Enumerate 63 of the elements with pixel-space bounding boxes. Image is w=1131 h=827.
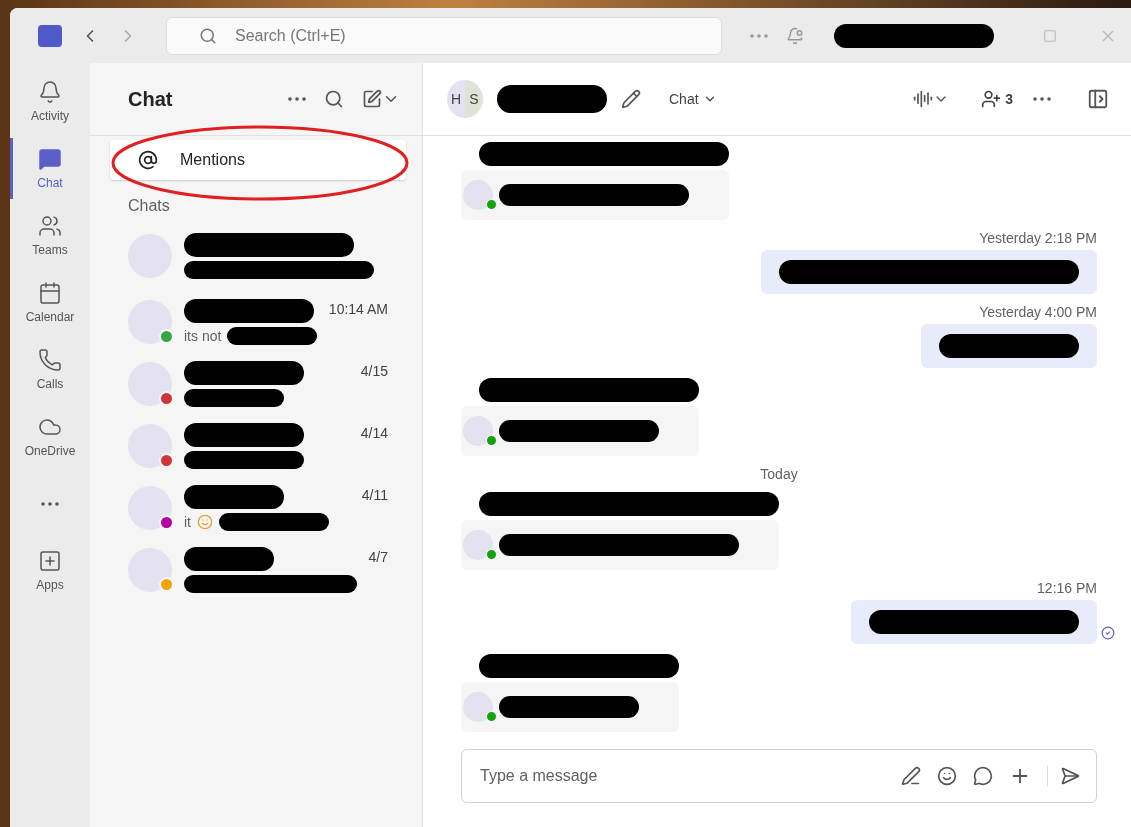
search-icon: [324, 89, 344, 109]
more-button[interactable]: [288, 97, 306, 101]
calendar-icon: [38, 281, 62, 305]
mentions-item[interactable]: Mentions: [110, 140, 406, 180]
more-icon: [288, 97, 306, 101]
panel-title: Chat: [128, 87, 174, 111]
chat-icon: [38, 147, 62, 171]
add-icon: [38, 549, 62, 573]
at-icon: [138, 150, 158, 170]
search-field[interactable]: Search (Ctrl+E): [166, 16, 722, 55]
phone-icon: [38, 348, 62, 372]
chat-item[interactable]: it 4/11: [90, 477, 422, 539]
bell-icon: [786, 26, 804, 45]
bell-icon: [38, 80, 62, 104]
app-logo: [38, 24, 62, 47]
message-preview: its not: [184, 328, 222, 344]
rename-button[interactable]: [621, 89, 641, 109]
rail-button[interactable]: OneDrive: [10, 406, 90, 467]
chat-time: 4/14: [360, 425, 388, 441]
smiley-icon: [937, 766, 957, 786]
chat-item[interactable]: 4/7: [90, 539, 422, 601]
speech-bubble-icon: [973, 766, 993, 786]
pen-icon: [901, 766, 921, 786]
more-icon: [41, 501, 59, 506]
add-person-icon: [981, 89, 1002, 109]
rail-button[interactable]: Activity: [10, 71, 90, 132]
rail-button[interactable]: Apps: [10, 540, 90, 601]
message-preview: it: [184, 514, 191, 530]
rail-button[interactable]: Chat: [10, 138, 90, 199]
emoji-button[interactable]: [937, 766, 957, 786]
chat-time: 10:14 AM: [328, 301, 388, 317]
section-label: Chats: [127, 196, 171, 216]
chat-item[interactable]: 4/14: [90, 415, 422, 477]
search-button[interactable]: [324, 89, 344, 109]
compose-icon: [362, 89, 382, 109]
chat-item[interactable]: its not 10:14 AM: [90, 291, 422, 353]
chat-item[interactable]: 4/15: [90, 353, 422, 415]
search-icon: [199, 26, 217, 45]
people-icon: [38, 214, 62, 238]
pencil-icon: [621, 89, 641, 109]
square-icon: [1043, 28, 1057, 43]
chat-tab-dropdown[interactable]: Chat: [663, 90, 723, 108]
panel-icon: [1087, 88, 1109, 110]
more-button[interactable]: [1033, 97, 1051, 101]
participants-button[interactable]: 3: [975, 88, 1019, 110]
audio-icon: [913, 89, 934, 109]
message-time: 12:16 PM: [1037, 580, 1097, 596]
loop-button[interactable]: [973, 766, 993, 786]
send-button[interactable]: [1047, 766, 1080, 786]
send-icon: [1060, 766, 1080, 786]
chat-time: 4/15: [360, 363, 388, 379]
chat-time: 4/11: [361, 487, 388, 503]
message-time: Yesterday 4:00 PM: [979, 304, 1097, 320]
more-icon: [750, 33, 768, 38]
rail-button[interactable]: Calendar: [10, 272, 90, 333]
rail-button[interactable]: Calls: [10, 339, 90, 400]
message-time: Yesterday 2:18 PM: [979, 230, 1097, 246]
rail-button[interactable]: Teams: [10, 205, 90, 266]
chat-time: 4/7: [368, 549, 388, 565]
side-panel-button[interactable]: [1087, 88, 1109, 110]
more-icon: [1033, 97, 1051, 101]
date-divider: Today: [760, 466, 798, 482]
format-button[interactable]: [901, 766, 921, 786]
